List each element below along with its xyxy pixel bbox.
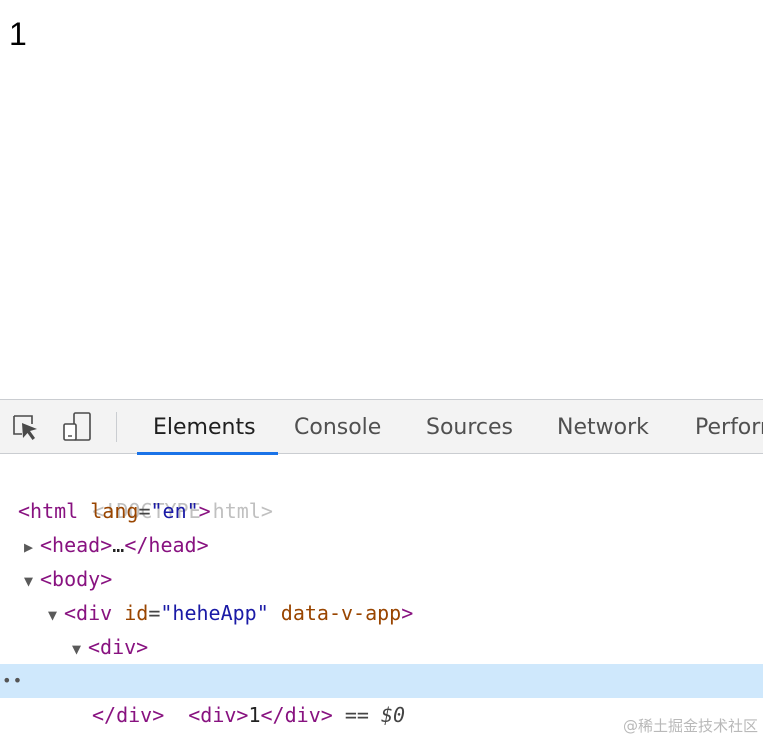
page-viewport: 1 <box>0 0 763 399</box>
dom-node-doctype[interactable]: <!DOCTYPE html> <box>0 460 763 523</box>
dom-node-html[interactable]: <html lang="en"> <box>0 494 763 528</box>
row-gutter-dots[interactable]: •• <box>2 664 23 698</box>
dom-node-inner-div[interactable]: ▼ <div> <box>0 630 763 664</box>
element-picker-icon[interactable] <box>8 410 42 444</box>
collapse-triangle-icon[interactable]: ▼ <box>72 632 88 666</box>
dom-node-body[interactable]: ▼ <body> <box>0 562 763 596</box>
dom-tree: <!DOCTYPE html> <html lang="en"> ▶ <head>… <box>0 455 763 740</box>
html-attr-name: lang <box>90 499 139 523</box>
head-close-tag-name: head <box>148 533 197 557</box>
tab-elements[interactable]: Elements <box>137 400 277 455</box>
app-div-id-value: "heheApp" <box>160 601 269 625</box>
device-toggle-icon[interactable] <box>60 410 94 444</box>
dom-node-selected-div[interactable]: •• <div>1</div> == $0 <box>0 664 763 727</box>
app-div-tag-name: div <box>76 601 113 625</box>
tab-performance[interactable]: Perform <box>695 400 763 454</box>
head-tag-name: head <box>52 533 101 557</box>
app-div-id-attr: id <box>124 601 149 625</box>
toolbar-separator <box>116 412 117 442</box>
devtools-toolbar: Elements Console Sources Network Perform <box>0 400 763 455</box>
head-ellipsis[interactable]: … <box>112 533 124 557</box>
watermark: @稀土掘金技术社区 <box>622 715 758 736</box>
page-content-text: 1 <box>9 16 27 52</box>
collapse-triangle-icon[interactable]: ▼ <box>24 564 40 598</box>
devtools-panel: Elements Console Sources Network Perform… <box>0 399 763 740</box>
dom-node-head[interactable]: ▶ <head>…</head> <box>0 528 763 562</box>
app-div-data-attr: data-v-app <box>280 601 402 625</box>
inner-div-tag-name: div <box>100 635 137 659</box>
dom-node-app-div[interactable]: ▼ <div id="heheApp" data-v-app> <box>0 596 763 630</box>
html-tag-name: html <box>30 499 79 523</box>
expand-triangle-icon[interactable]: ▶ <box>24 530 40 564</box>
close-div-tag-name: div <box>116 703 153 727</box>
body-tag-name: body <box>52 567 101 591</box>
tab-console[interactable]: Console <box>294 400 381 454</box>
tab-network[interactable]: Network <box>557 400 649 454</box>
html-attr-value: "en" <box>150 499 199 523</box>
collapse-triangle-icon[interactable]: ▼ <box>48 598 64 632</box>
tab-sources[interactable]: Sources <box>426 400 513 454</box>
